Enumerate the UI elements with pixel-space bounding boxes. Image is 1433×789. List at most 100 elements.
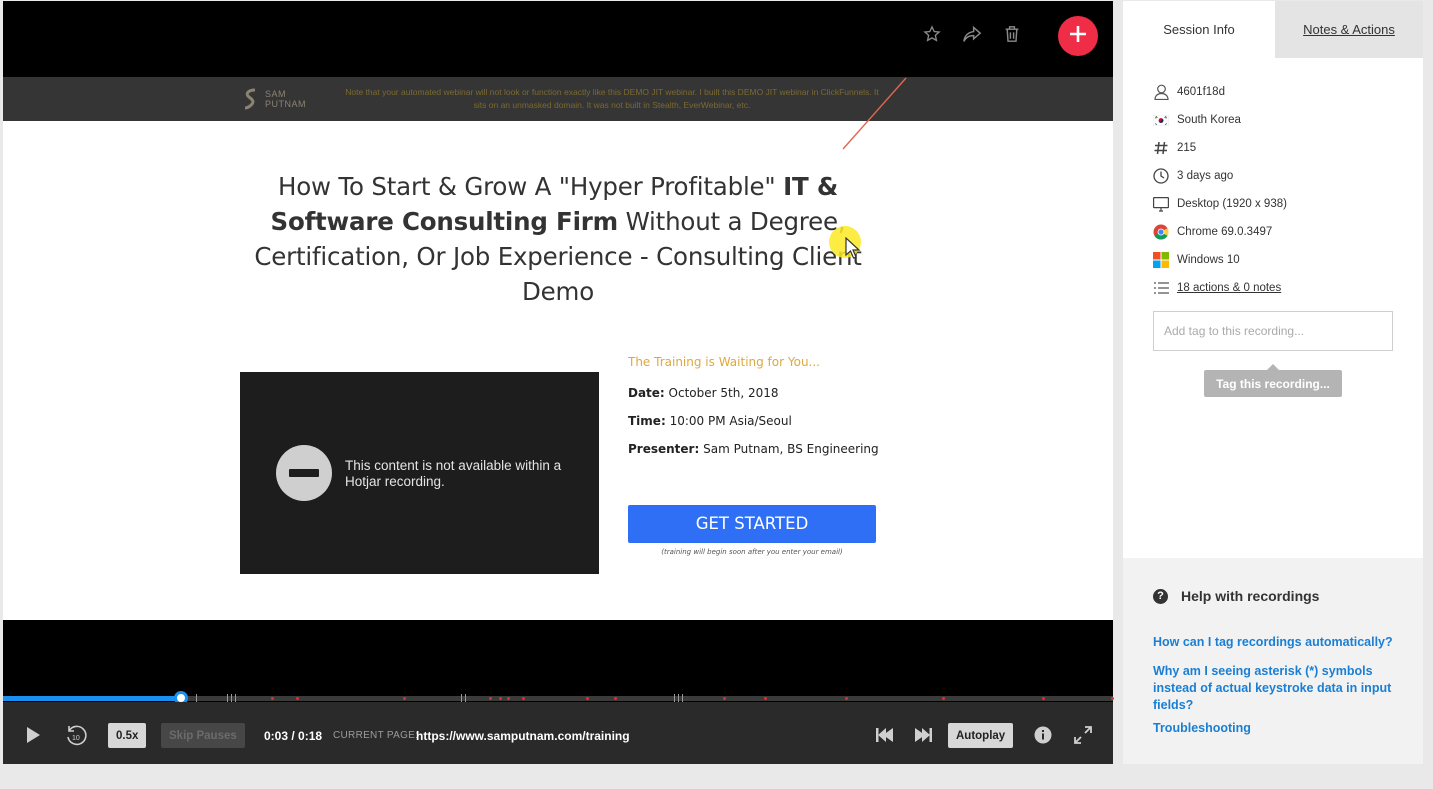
rewind-10-icon[interactable]: 10	[63, 722, 89, 748]
skip-pauses-button[interactable]: Skip Pauses	[161, 723, 245, 748]
presenter-label: Presenter:	[628, 442, 700, 456]
share-icon[interactable]	[961, 23, 983, 45]
info-actions: 18 actions & 0 notes	[1153, 274, 1413, 302]
timeline-progress	[3, 696, 181, 701]
time-label: Time:	[628, 414, 666, 428]
timeline-event-marker	[522, 697, 525, 700]
timeline-event-marker	[723, 697, 726, 700]
time-value: 10:00 PM Asia/Seoul	[665, 414, 792, 428]
info-user-id: 4601f18d	[1153, 78, 1413, 106]
help-link-asterisk[interactable]: Why am I seeing asterisk (*) symbols ins…	[1153, 663, 1398, 714]
timeline-event-marker	[403, 697, 406, 700]
logo-mark-icon	[244, 88, 256, 110]
timeline-event-marker	[499, 697, 502, 700]
player-top-bar	[3, 1, 1113, 77]
hash-icon	[1153, 140, 1169, 156]
help-link-troubleshooting[interactable]: Troubleshooting	[1153, 720, 1398, 737]
desktop-icon	[1153, 196, 1169, 212]
tag-input[interactable]	[1153, 311, 1393, 351]
info-country: South Korea	[1153, 106, 1413, 134]
add-button[interactable]	[1058, 16, 1098, 56]
os-value: Windows 10	[1177, 254, 1240, 266]
number-value: 215	[1177, 142, 1197, 154]
svg-text:10: 10	[72, 735, 80, 742]
timeline-page-tick	[674, 694, 675, 702]
timeline-event-marker	[614, 697, 617, 700]
browser-value: Chrome 69.0.3497	[1177, 226, 1273, 238]
timeline-event-marker	[296, 697, 299, 700]
session-side-panel: Session Info Notes & Actions 4601f18d So…	[1123, 1, 1423, 764]
player-controls: 10 0.5x Skip Pauses 0:03 / 0:18 CURRENT …	[3, 702, 1113, 764]
timeline-event-marker	[586, 697, 589, 700]
user-icon	[1153, 84, 1169, 100]
logo-text: SAM PUTNAM	[265, 89, 306, 109]
recorded-page-banner: SAM PUTNAM Note that your automated webi…	[3, 77, 1113, 121]
tab-session-info[interactable]: Session Info	[1123, 1, 1275, 58]
mouse-cursor-icon	[845, 237, 861, 259]
blocked-content-placeholder: This content is not available within a H…	[240, 372, 599, 574]
training-details: The Training is Waiting for You... Date:…	[628, 355, 888, 556]
fullscreen-icon[interactable]	[1073, 725, 1093, 745]
autoplay-button[interactable]: Autoplay	[948, 723, 1014, 748]
recorded-page-logo: SAM PUTNAM	[243, 85, 311, 113]
playback-timeline[interactable]	[3, 691, 1114, 705]
skip-previous-icon[interactable]	[873, 725, 895, 745]
recording-player: SAM PUTNAM Note that your automated webi…	[3, 1, 1114, 764]
date-value: October 5th, 2018	[664, 386, 779, 400]
help-link-auto-tag[interactable]: How can I tag recordings automatically?	[1153, 634, 1398, 651]
question-icon: ?	[1153, 588, 1168, 604]
list-icon	[1153, 280, 1169, 296]
actions-notes-link[interactable]: 18 actions & 0 notes	[1177, 282, 1281, 294]
help-section: ? Help with recordings How can I tag rec…	[1123, 558, 1423, 764]
timeline-event-marker	[845, 697, 848, 700]
timeline-page-tick	[196, 694, 197, 702]
recorded-page-viewport: SAM PUTNAM Note that your automated webi…	[3, 77, 1113, 620]
training-date: Date: October 5th, 2018	[628, 386, 888, 414]
speed-button[interactable]: 0.5x	[108, 723, 147, 748]
timeline-page-tick	[231, 694, 232, 702]
clock-icon	[1153, 168, 1169, 184]
trash-icon[interactable]	[1001, 23, 1023, 45]
timeline-page-tick	[227, 694, 228, 702]
timeline-event-marker	[507, 697, 510, 700]
training-title: The Training is Waiting for You...	[628, 355, 820, 369]
timeline-event-marker	[942, 697, 945, 700]
blocked-message: This content is not available within a H…	[345, 458, 562, 489]
tag-recording-button[interactable]: Tag this recording...	[1204, 364, 1342, 397]
timeline-event-marker	[1042, 697, 1045, 700]
timeline-page-tick	[465, 694, 466, 702]
help-title-text: Help with recordings	[1181, 588, 1320, 604]
presenter-value: Sam Putnam, BS Engineering	[699, 442, 879, 456]
info-device: Desktop (1920 x 938)	[1153, 190, 1413, 218]
app-window: SAM PUTNAM Note that your automated webi…	[0, 0, 1433, 789]
device-value: Desktop (1920 x 938)	[1177, 198, 1287, 210]
headline-part-1: How To Start & Grow A "Hyper Profitable"	[277, 172, 784, 201]
blocked-icon	[276, 445, 332, 501]
timeline-page-tick	[235, 694, 236, 702]
country-value: South Korea	[1177, 114, 1241, 126]
play-icon[interactable]	[23, 725, 43, 745]
user-id-value: 4601f18d	[1177, 86, 1225, 98]
training-time: Time: 10:00 PM Asia/Seoul	[628, 414, 888, 442]
info-browser: Chrome 69.0.3497	[1153, 218, 1413, 246]
info-icon[interactable]	[1033, 725, 1053, 745]
star-icon[interactable]	[921, 23, 943, 45]
get-started-note: (training will begin soon after you ente…	[661, 548, 843, 556]
get-started-button[interactable]: GET STARTED	[628, 505, 876, 543]
info-time-ago: 3 days ago	[1153, 162, 1413, 190]
tab-notes-actions[interactable]: Notes & Actions	[1275, 1, 1423, 58]
timeline-event-marker	[1111, 697, 1114, 700]
training-presenter: Presenter: Sam Putnam, BS Engineering	[628, 442, 888, 470]
current-page-label: CURRENT PAGE:	[333, 730, 419, 741]
windows-icon	[1153, 252, 1169, 268]
skip-next-icon[interactable]	[913, 725, 935, 745]
session-info-list: 4601f18d South Korea 215 3 days ago Desk…	[1153, 78, 1413, 302]
timeline-event-marker	[271, 697, 274, 700]
south-korea-flag-icon	[1153, 112, 1169, 128]
date-label: Date:	[628, 386, 665, 400]
timeline-page-tick	[682, 694, 683, 702]
chrome-icon	[1153, 224, 1169, 240]
timeline-page-tick	[461, 694, 462, 702]
timeline-event-marker	[489, 697, 492, 700]
info-os: Windows 10	[1153, 246, 1413, 274]
